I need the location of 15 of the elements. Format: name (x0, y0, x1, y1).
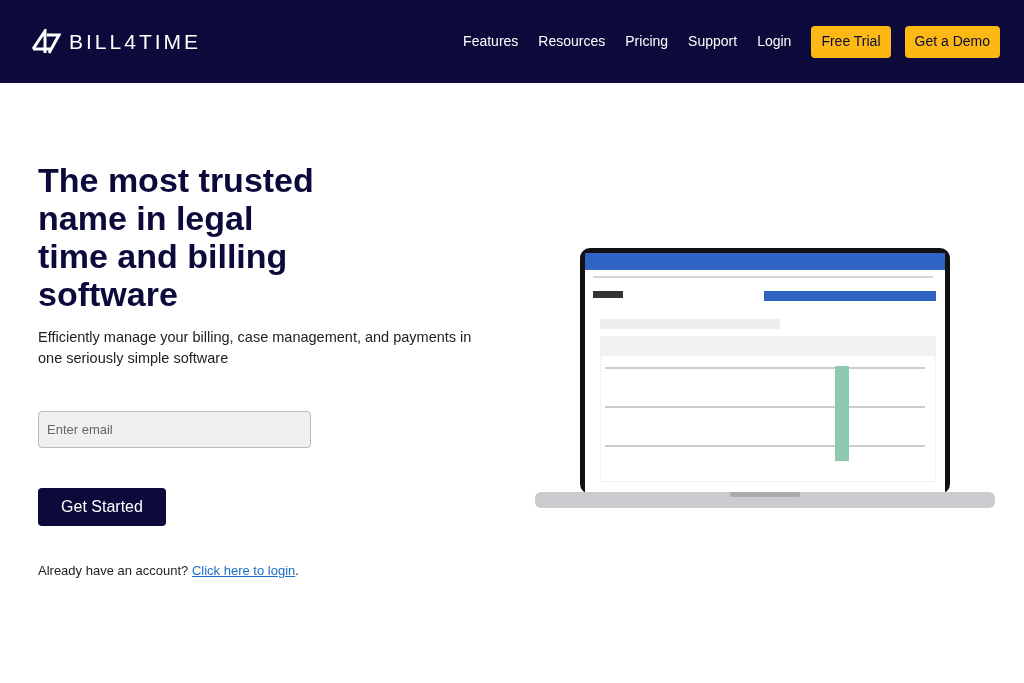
nav-link[interactable]: Login (757, 31, 792, 52)
logo-icon (31, 28, 61, 55)
nav-link[interactable]: Features (463, 31, 519, 52)
email-field[interactable]: Enter email (38, 411, 311, 448)
hero-title: The most trusted name in legal time and billing software (38, 161, 315, 313)
brand-name: BILL4TIME (69, 28, 202, 55)
login-prompt: Already have an account? (38, 563, 189, 578)
get-started-button[interactable]: Get Started (38, 488, 166, 526)
period-text: . (295, 563, 299, 578)
nav-link[interactable]: Pricing (625, 31, 669, 52)
hero-subtitle: Efficiently manage your billing, case management, and payments in one seriously simple software (38, 328, 473, 368)
header-button[interactable]: Free Trial (811, 25, 891, 58)
header-button[interactable]: Get a Demo (904, 25, 1000, 58)
nav-link[interactable]: Resources (538, 31, 606, 52)
nav-link[interactable]: Support (688, 31, 738, 52)
